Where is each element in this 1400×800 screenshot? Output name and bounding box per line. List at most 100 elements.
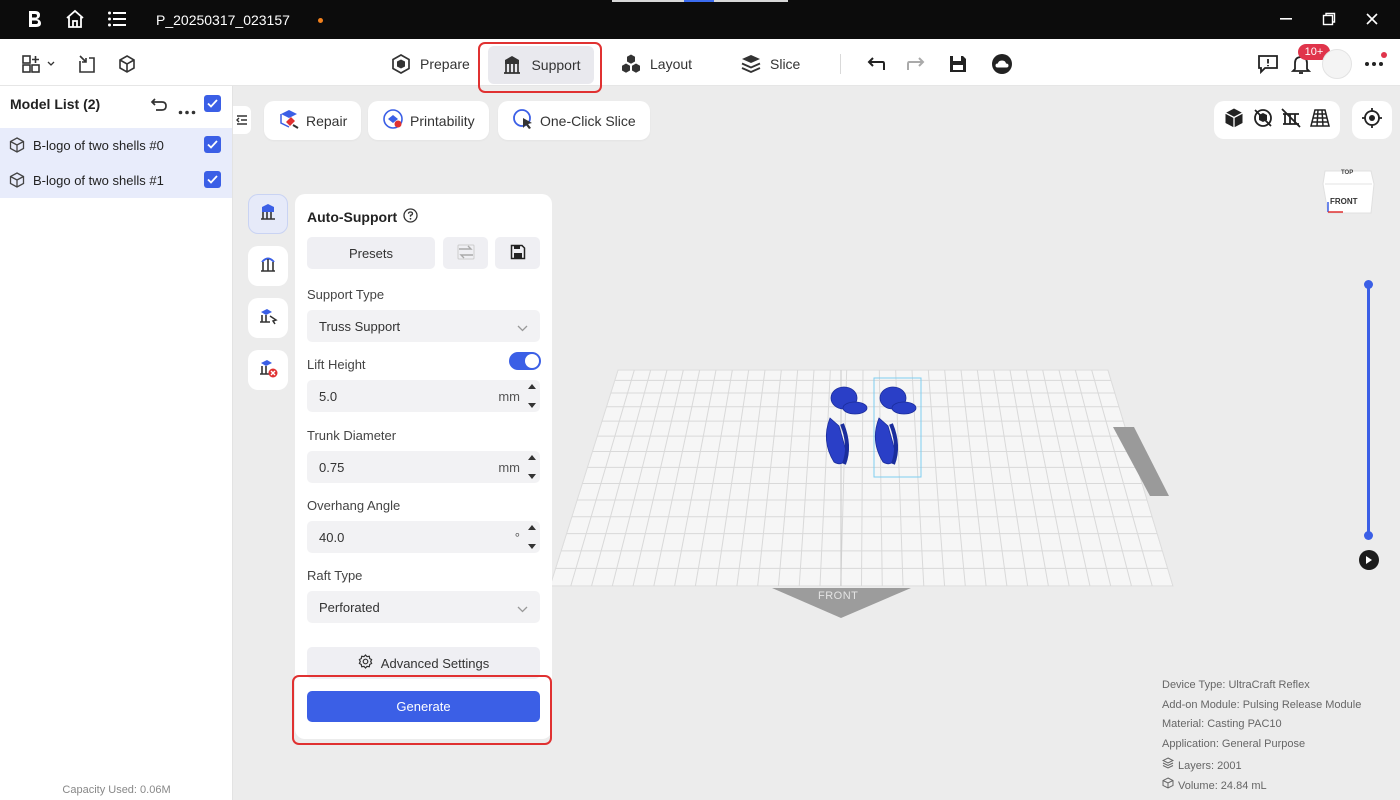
edit-support-tool-button[interactable] [248, 298, 288, 338]
hide-object-icon[interactable] [1252, 107, 1274, 134]
front-label: FRONT [818, 590, 859, 602]
title-bar: P_20250317_023157 [0, 0, 1400, 39]
view-cube-front-label: FRONT [1330, 197, 1358, 206]
swap-preset-button[interactable] [443, 237, 488, 269]
repair-button[interactable]: Repair [264, 101, 362, 140]
support-type-select[interactable]: Truss Support [307, 310, 540, 342]
overhang-angle-label: Overhang Angle [307, 498, 401, 513]
manual-support-tool-button[interactable] [248, 246, 288, 286]
restore-icon[interactable] [1318, 8, 1340, 30]
save-preset-button[interactable] [495, 237, 540, 269]
raft-type-label: Raft Type [307, 568, 363, 583]
list-item[interactable]: B-logo of two shells #0 [0, 128, 232, 163]
hide-supports-icon[interactable] [1280, 107, 1302, 134]
view-cube[interactable] [1322, 170, 1375, 214]
device-type: Device Type: UltraCraft Reflex [1162, 679, 1310, 691]
delete-support-tool-button[interactable] [248, 350, 288, 390]
save-icon[interactable] [946, 52, 970, 76]
slice-icon [740, 53, 762, 75]
support-type-label: Support Type [307, 287, 385, 302]
add-model-icon[interactable] [20, 52, 56, 76]
undo-icon[interactable] [864, 52, 888, 76]
raft-type-select[interactable]: Perforated [307, 591, 540, 623]
help-icon[interactable] [403, 208, 418, 226]
solid-view-icon[interactable] [1223, 107, 1245, 134]
view-cube-top-label: TOP [1341, 170, 1354, 176]
list-item[interactable]: B-logo of two shells #1 [0, 163, 232, 198]
trunk-diameter-input[interactable]: 0.75 mm [307, 451, 540, 483]
cube-icon [9, 172, 25, 193]
model-checkbox[interactable] [204, 136, 221, 153]
play-button[interactable] [1359, 550, 1379, 570]
minimize-icon[interactable] [1275, 8, 1297, 30]
manual-support-icon [258, 254, 278, 279]
addon-module: Add-on Module: Pulsing Release Module [1162, 698, 1362, 711]
save-icon [510, 244, 526, 263]
layer-slider-bottom-handle[interactable] [1364, 531, 1373, 540]
toolbar-divider [840, 54, 841, 74]
gear-icon [358, 654, 373, 672]
model-name: B-logo of two shells #0 [33, 138, 164, 153]
locate-button[interactable] [1352, 101, 1392, 139]
lift-height-label: Lift Height [307, 357, 366, 372]
unsaved-indicator [318, 18, 323, 23]
prepare-icon [390, 53, 412, 75]
one-click-slice-button[interactable]: One-Click Slice [498, 101, 650, 140]
model-list-sidebar: Model List (2) B-logo of two shells #0 B… [0, 86, 233, 800]
tab-prepare[interactable]: Prepare [390, 50, 470, 78]
lift-height-input[interactable]: 5.0 mm [307, 380, 540, 412]
collapse-panel-button[interactable] [233, 106, 251, 134]
capacity-used: Capacity Used: 0.06M [62, 784, 171, 796]
home-icon[interactable] [64, 8, 86, 30]
volume-icon [1162, 776, 1174, 797]
layers-row: Layers: 2001 [1161, 757, 1361, 777]
menu-list-icon[interactable] [106, 8, 128, 30]
layers-icon [1161, 757, 1175, 777]
repair-icon [278, 108, 300, 133]
target-icon [1361, 107, 1383, 134]
import-icon[interactable] [75, 52, 99, 76]
lift-height-toggle[interactable] [509, 352, 541, 370]
reset-icon[interactable] [150, 95, 168, 118]
presets-button[interactable]: Presets [307, 237, 435, 269]
layer-slider-top-handle[interactable] [1364, 280, 1373, 289]
auto-support-panel: Auto-Support Presets Support Type Truss … [295, 194, 552, 739]
tab-slice[interactable]: Slice [740, 50, 800, 78]
tab-layout[interactable]: Layout [620, 50, 692, 78]
auto-support-icon [258, 202, 278, 227]
overhang-angle-input[interactable]: 40.0 ° [307, 521, 540, 553]
cube-icon [9, 137, 25, 158]
app-logo-icon [23, 8, 45, 30]
volume-row: Volume: 24.84 mL [1162, 776, 1361, 797]
delete-support-icon [258, 358, 278, 383]
grid-view-icon[interactable] [1309, 107, 1331, 134]
model-checkbox[interactable] [204, 171, 221, 188]
chevron-down-icon [517, 601, 528, 616]
redo-icon[interactable] [904, 52, 928, 76]
material: Material: Casting PAC10 [1162, 718, 1282, 730]
trunk-diameter-label: Trunk Diameter [307, 428, 397, 443]
model-cube-icon[interactable] [115, 52, 139, 76]
auto-support-title: Auto-Support [307, 208, 418, 226]
avatar[interactable] [1322, 49, 1352, 79]
stepper-icon[interactable] [527, 525, 537, 549]
layout-icon [620, 53, 642, 75]
swap-icon [457, 244, 475, 263]
stepper-icon[interactable] [527, 455, 537, 479]
auto-support-tool-button[interactable] [248, 194, 288, 234]
more-options-icon[interactable] [178, 102, 196, 120]
select-all-checkbox[interactable] [204, 95, 221, 112]
layer-slider-track[interactable] [1367, 285, 1370, 537]
feedback-icon[interactable] [1256, 52, 1280, 76]
avatar-status-dot [1381, 52, 1387, 58]
3d-viewport[interactable]: FRONT TOP FRONT Repair Printability One-… [233, 86, 1400, 800]
edit-support-icon [258, 306, 278, 331]
stepper-icon[interactable] [527, 384, 537, 408]
project-name: P_20250317_023157 [156, 12, 290, 28]
cloud-icon[interactable] [990, 52, 1014, 76]
application: Application: General Purpose [1162, 737, 1306, 750]
model-name: B-logo of two shells #1 [33, 173, 164, 188]
close-icon[interactable] [1361, 8, 1383, 30]
printability-icon [382, 108, 404, 133]
printability-button[interactable]: Printability [368, 101, 489, 140]
